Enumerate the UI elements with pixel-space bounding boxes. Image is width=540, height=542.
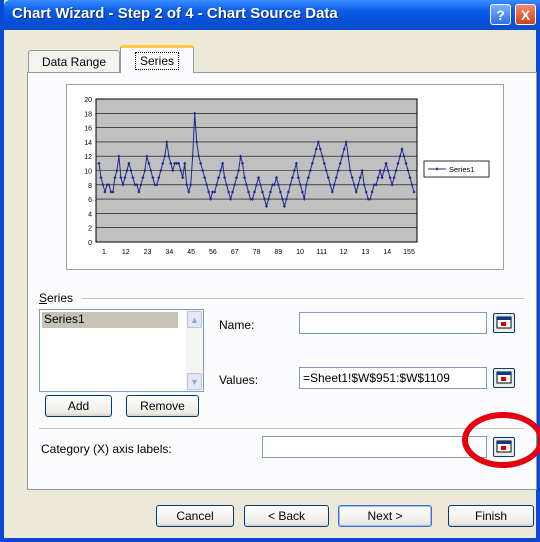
add-button[interactable]: Add — [45, 395, 112, 417]
collapse-dialog-name-button[interactable] — [493, 313, 515, 333]
x-tick-label: 12 — [340, 249, 348, 256]
scroll-down-icon[interactable]: ▼ — [187, 373, 202, 390]
remove-button-label: Remove — [140, 399, 185, 413]
cancel-button[interactable]: Cancel — [156, 505, 234, 527]
x-tick-label: 56 — [209, 249, 217, 256]
series-section-label: Series — [39, 291, 74, 305]
x-tick-label: 89 — [274, 249, 282, 256]
series-section-label-rest: eries — [47, 291, 74, 305]
x-tick-label: 67 — [231, 249, 239, 256]
range-select-icon — [496, 316, 512, 329]
listbox-scrollbar[interactable]: ▲ ▼ — [186, 310, 203, 391]
category-axis-label: Category (X) axis labels: — [41, 442, 172, 456]
category-separator — [39, 428, 524, 429]
next-button[interactable]: Next > — [338, 505, 432, 527]
name-field[interactable] — [299, 312, 487, 334]
x-tick-label: 1 — [102, 249, 106, 256]
y-tick-label: 10 — [84, 169, 92, 176]
x-tick-label: 111 — [317, 249, 328, 256]
x-tick-label: 23 — [144, 249, 152, 256]
x-tick-label: 78 — [253, 249, 261, 256]
tab-data-range-label: Data Range — [41, 54, 107, 69]
finish-button-label: Finish — [474, 509, 507, 523]
chart-preview: 0 2 4 6 8 10 12 14 16 18 20 1 12 23 34 45 56 67 78 89 10 111 1… — [66, 84, 504, 270]
x-tick-label: 14 — [383, 249, 391, 256]
x-tick-label: 13 — [362, 249, 370, 256]
y-tick-label: 18 — [84, 111, 92, 118]
back-button[interactable]: < Back — [244, 505, 329, 527]
y-tick-label: 16 — [84, 126, 92, 133]
finish-button[interactable]: Finish — [448, 505, 534, 527]
y-tick-label: 12 — [84, 154, 92, 161]
annotation-circle — [462, 412, 540, 468]
list-item[interactable]: Series1 — [42, 312, 178, 328]
y-tick-label: 8 — [88, 183, 92, 190]
series-separator — [82, 298, 524, 299]
category-axis-field[interactable] — [262, 436, 487, 458]
values-label: Values: — [219, 373, 259, 387]
scroll-up-icon[interactable]: ▲ — [187, 311, 202, 328]
x-tick-label: 155 — [403, 249, 415, 256]
window-title: Chart Wizard - Step 2 of 4 - Chart Sourc… — [12, 5, 338, 22]
title-bar[interactable]: Chart Wizard - Step 2 of 4 - Chart Sourc… — [4, 0, 540, 30]
series-listbox[interactable]: Series1 ▲ ▼ — [39, 309, 204, 392]
y-tick-label: 4 — [88, 211, 92, 218]
values-field[interactable]: =Sheet1!$W$951:$W$1109 — [299, 367, 487, 389]
tab-series-label: Series — [134, 51, 179, 70]
x-tick-label: 10 — [296, 249, 304, 256]
remove-button[interactable]: Remove — [126, 395, 199, 417]
tab-data-range[interactable]: Data Range — [28, 50, 120, 72]
close-button[interactable]: X — [515, 4, 536, 25]
x-tick-label: 45 — [187, 249, 195, 256]
next-button-label: Next > — [367, 509, 403, 523]
chart-svg: 0 2 4 6 8 10 12 14 16 18 20 1 12 23 34 45 56 67 78 89 10 111 1… — [84, 97, 490, 256]
help-button[interactable]: ? — [490, 4, 511, 25]
tab-series[interactable]: Series — [120, 45, 194, 73]
legend-label: Series1 — [449, 165, 474, 174]
x-tick-label: 12 — [122, 249, 130, 256]
cancel-button-label: Cancel — [176, 509, 214, 523]
name-label: Name: — [219, 318, 255, 332]
back-button-label: < Back — [267, 509, 306, 523]
range-select-icon — [496, 371, 512, 384]
collapse-dialog-values-button[interactable] — [493, 368, 515, 388]
y-tick-label: 6 — [88, 197, 92, 204]
chart-wizard-window: Chart Wizard - Step 2 of 4 - Chart Sourc… — [0, 0, 540, 542]
y-tick-label: 14 — [84, 140, 92, 147]
y-tick-label: 0 — [88, 240, 92, 247]
y-tick-label: 2 — [88, 226, 92, 233]
x-tick-label: 34 — [165, 249, 173, 256]
add-button-label: Add — [67, 399, 90, 413]
y-tick-label: 20 — [84, 97, 92, 104]
